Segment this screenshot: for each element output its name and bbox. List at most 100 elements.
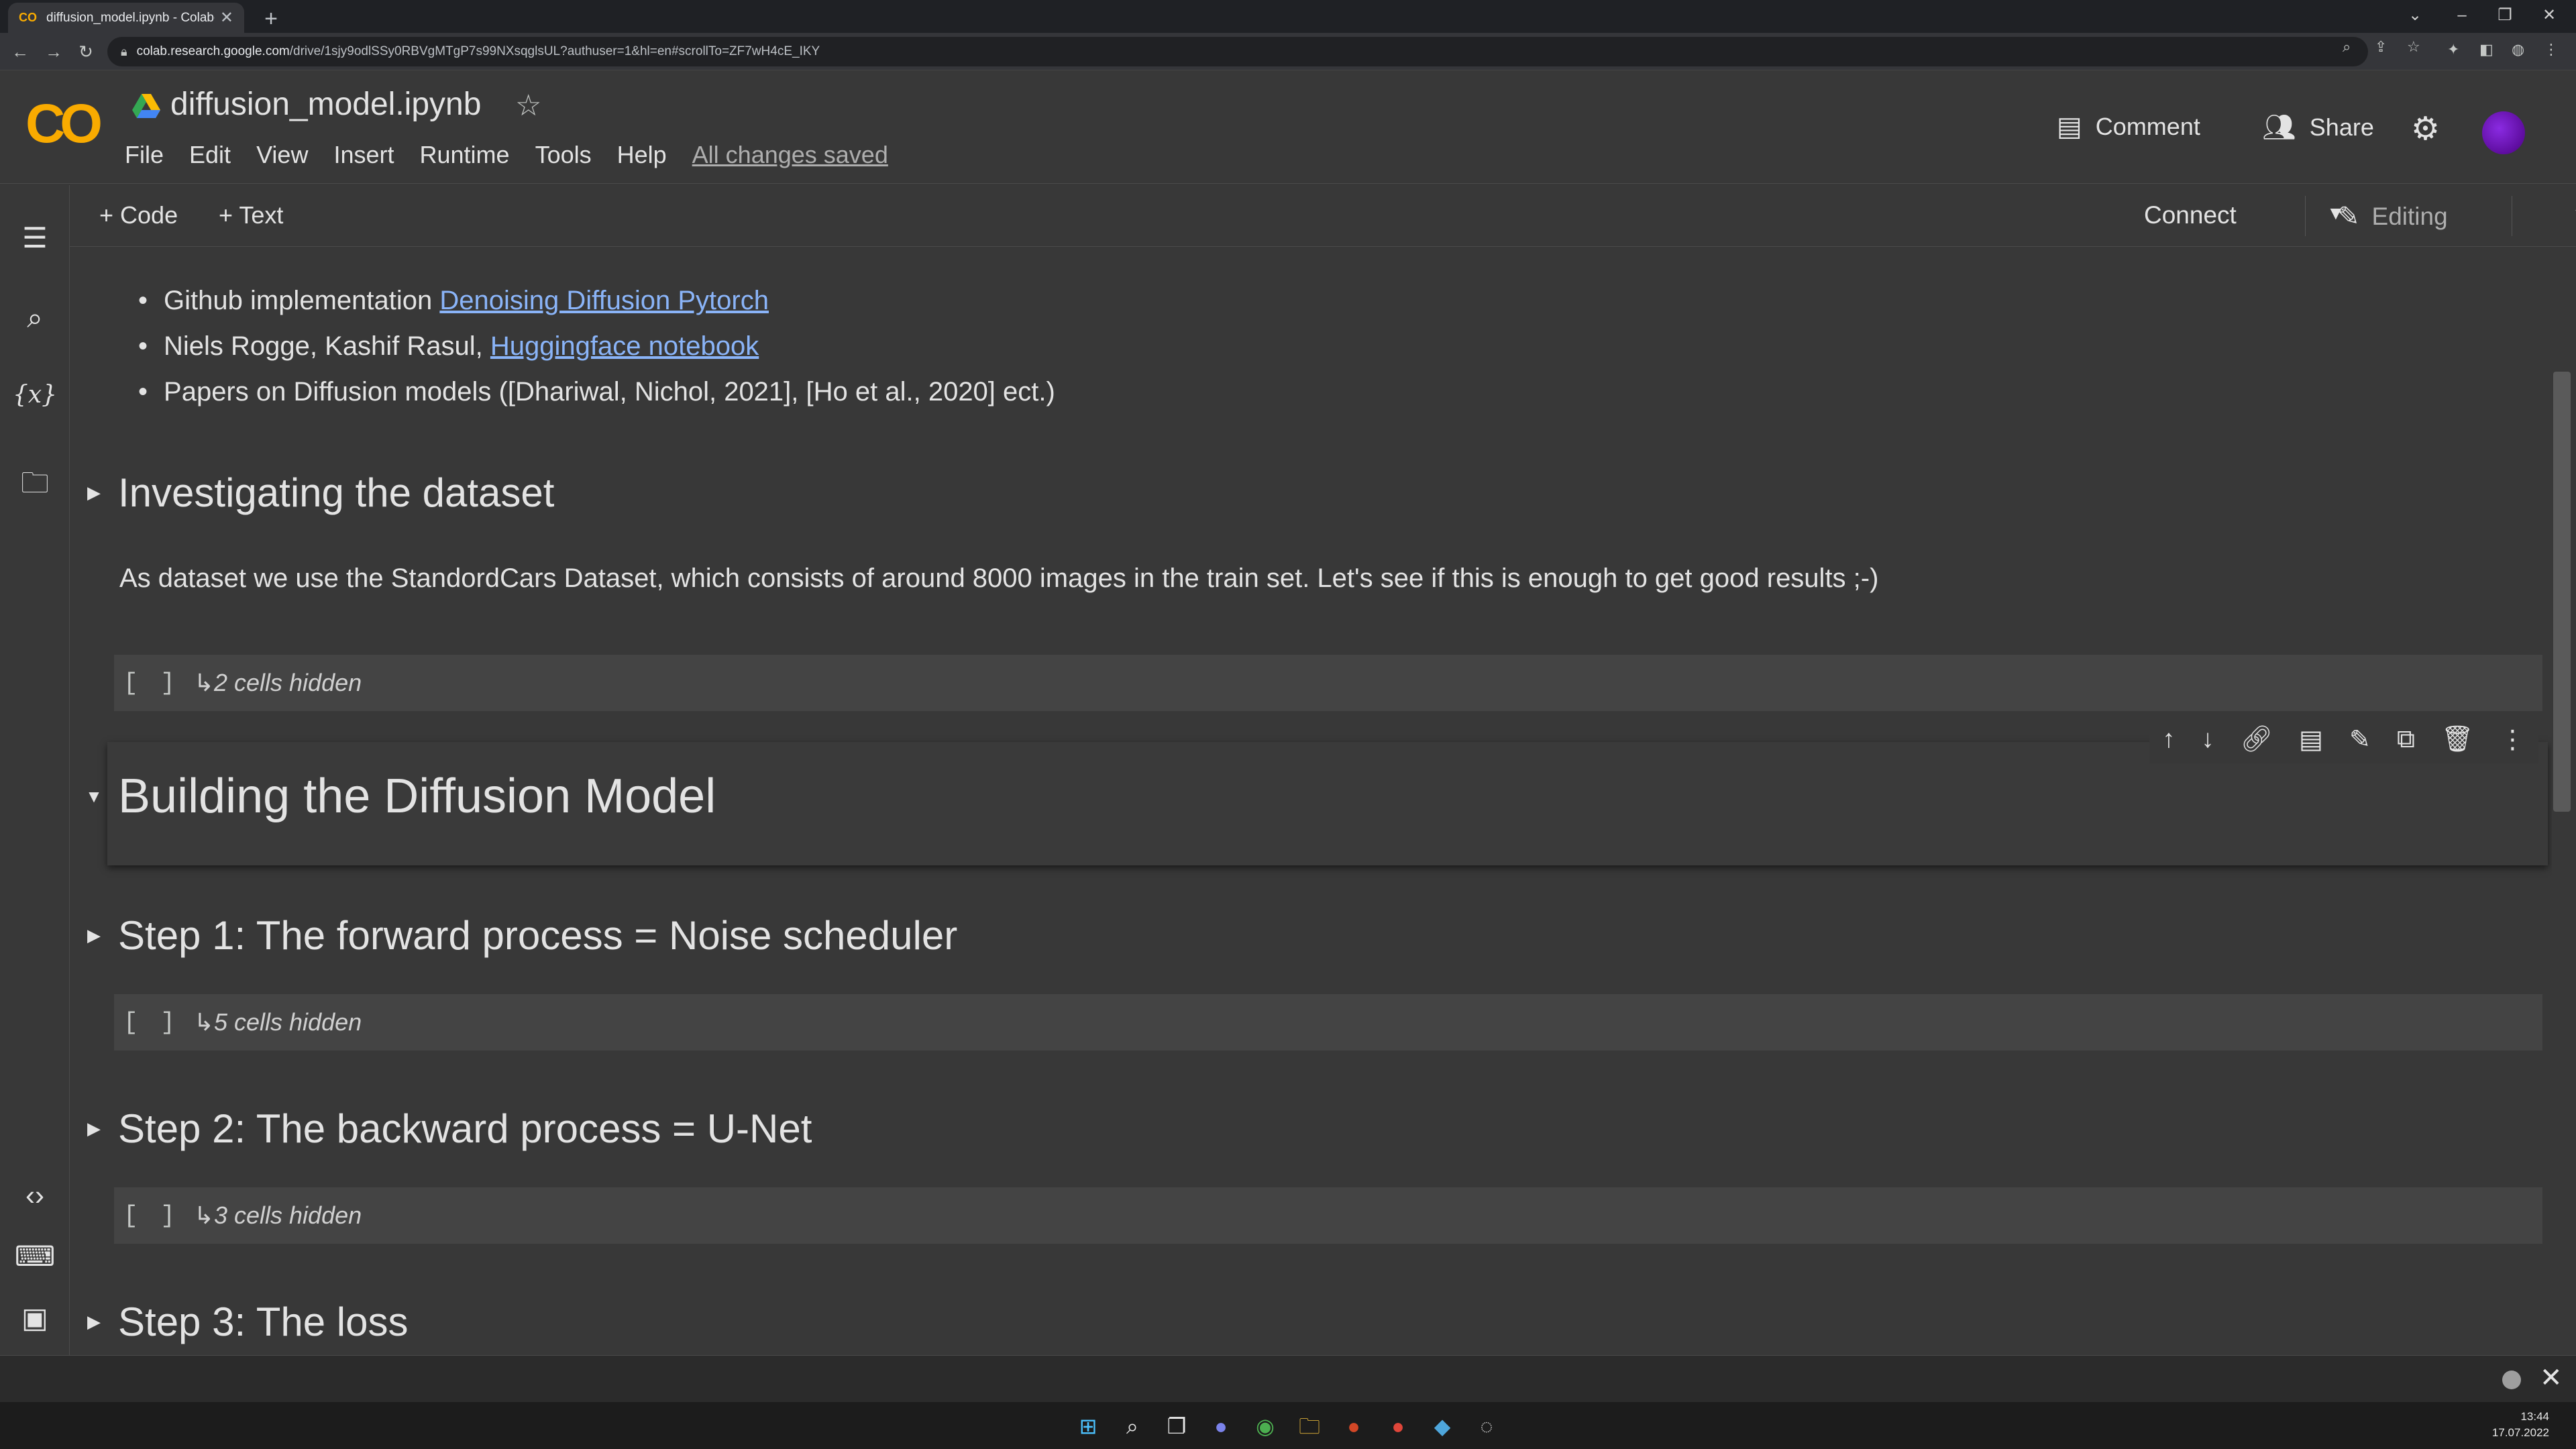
comment-button[interactable]: ▤ Comment: [2057, 111, 2200, 142]
hidden-cells-step2[interactable]: [ ] ↳ 3 cells hidden: [114, 1187, 2542, 1244]
app-icon[interactable]: ◆: [1428, 1411, 1457, 1441]
star-icon[interactable]: ☆: [515, 89, 541, 123]
notebook-toolbar: + Code + Text Connect ▼ ✎ Editing ⌃: [70, 185, 2576, 247]
search-icon[interactable]: ⌕: [1118, 1411, 1147, 1441]
app-icon[interactable]: ◌: [1472, 1411, 1501, 1441]
chrome-icon[interactable]: ◉: [1250, 1411, 1280, 1441]
expand-triangle-icon[interactable]: ▶: [70, 1118, 118, 1139]
comment-icon: ▤: [2057, 112, 2082, 142]
table-of-contents-icon[interactable]: ☰: [0, 221, 70, 254]
code-snippets-icon[interactable]: ‹›: [0, 1179, 70, 1212]
collapse-triangle-icon[interactable]: ▼: [70, 786, 118, 807]
profile-icon[interactable]: ◍: [2512, 41, 2524, 58]
connect-button[interactable]: Connect: [2144, 201, 2237, 229]
reference-list: Github implementation Denoising Diffusio…: [164, 278, 1055, 415]
clock-time: 13:44: [2520, 1410, 2549, 1423]
expand-triangle-icon[interactable]: ▶: [70, 925, 118, 946]
new-tab-button[interactable]: +: [258, 5, 284, 32]
link-denoising-diffusion[interactable]: Denoising Diffusion Pytorch: [439, 278, 769, 323]
google-drive-icon: [132, 94, 160, 118]
section-heading: Step 1: The forward process = Noise sche…: [118, 913, 958, 958]
add-text-button[interactable]: + Text: [219, 201, 283, 229]
hidden-cells-dataset[interactable]: [ ] ↳ 2 cells hidden: [114, 655, 2542, 711]
runtime-status-icon[interactable]: [2502, 1371, 2521, 1389]
zoom-icon[interactable]: ⌕: [2343, 38, 2351, 56]
colab-logo[interactable]: CO: [25, 97, 103, 152]
app-icon[interactable]: ●: [1383, 1411, 1413, 1441]
move-up-icon[interactable]: ↑: [2163, 725, 2176, 754]
restore-icon[interactable]: ❐: [2485, 0, 2525, 33]
powerpoint-icon[interactable]: ●: [1339, 1411, 1368, 1441]
browser-tab-bar: CO diffusion_model.ipynb - Colabora ✕ + …: [0, 0, 2576, 33]
comment-icon[interactable]: ▤: [2299, 724, 2323, 755]
editing-mode-button[interactable]: ✎ Editing: [2337, 201, 2448, 232]
avatar[interactable]: [2482, 111, 2525, 154]
tab-title: diffusion_model.ipynb - Colabora: [46, 10, 215, 25]
delete-icon[interactable]: 🗑︎: [2441, 724, 2473, 754]
minimize-icon[interactable]: –: [2442, 0, 2482, 33]
menu-runtime[interactable]: Runtime: [420, 141, 510, 169]
list-item: Papers on Diffusion models ([Dhariwal, N…: [164, 369, 1055, 415]
back-icon[interactable]: ←: [7, 38, 34, 65]
link-huggingface-notebook[interactable]: Huggingface notebook: [490, 323, 759, 369]
left-sidebar: ☰ ⌕ {x} 🗀︎ ‹› ⌨ ▣: [0, 185, 70, 1355]
share-label: Share: [2309, 113, 2374, 141]
section-heading: Building the Diffusion Model: [118, 769, 716, 823]
lock-icon: 🔒︎: [121, 44, 127, 58]
menu-file[interactable]: File: [125, 141, 164, 169]
bookmark-star-icon[interactable]: ☆: [2407, 38, 2420, 56]
forward-icon[interactable]: →: [40, 38, 67, 65]
system-clock[interactable]: 13:44 17.07.2022: [2492, 1409, 2549, 1441]
gear-icon[interactable]: ⚙: [2411, 110, 2440, 148]
task-view-icon[interactable]: ❐: [1162, 1411, 1191, 1441]
browser-menu-icon[interactable]: ⋮: [2544, 41, 2559, 58]
menu-help[interactable]: Help: [617, 141, 667, 169]
add-code-button[interactable]: + Code: [99, 201, 178, 229]
chat-icon[interactable]: ●: [1206, 1411, 1236, 1441]
hidden-cells-count: 2 cells hidden: [213, 669, 362, 696]
extensions-icon[interactable]: ✦: [2447, 41, 2459, 58]
pencil-icon: ✎: [2337, 202, 2360, 231]
chevron-up-icon[interactable]: ⌃: [2571, 201, 2576, 229]
notebook-title[interactable]: diffusion_model.ipynb: [170, 86, 481, 123]
mirror-cell-icon[interactable]: ⧉: [2397, 725, 2415, 754]
variables-icon[interactable]: {x}: [0, 381, 70, 409]
section-step2: ▶ Step 2: The backward process = U-Net: [70, 1106, 812, 1152]
close-icon[interactable]: ✕: [2540, 1362, 2563, 1393]
save-status[interactable]: All changes saved: [692, 141, 888, 169]
share-page-icon[interactable]: ⇪: [2375, 38, 2387, 56]
expand-triangle-icon[interactable]: ▶: [70, 1311, 118, 1332]
hidden-cells-step1[interactable]: [ ] ↳ 5 cells hidden: [114, 994, 2542, 1051]
browser-tab[interactable]: CO diffusion_model.ipynb - Colabora ✕: [8, 3, 244, 33]
close-tab-icon[interactable]: ✕: [220, 8, 233, 28]
url-host: colab.research.google.com: [136, 44, 290, 58]
menu-insert[interactable]: Insert: [333, 141, 394, 169]
reload-icon[interactable]: ↻: [72, 38, 99, 65]
more-options-icon[interactable]: ⋮: [2500, 724, 2525, 755]
run-cell-bracket[interactable]: [ ]: [123, 1202, 179, 1230]
folder-icon[interactable]: 🗀︎: [0, 463, 70, 511]
tab-search-icon[interactable]: ⌄: [2395, 0, 2435, 33]
expand-triangle-icon[interactable]: ▶: [70, 482, 118, 503]
run-cell-bracket[interactable]: [ ]: [123, 669, 179, 697]
section-step1: ▶ Step 1: The forward process = Noise sc…: [70, 912, 957, 959]
windows-start-icon[interactable]: ⊞: [1073, 1411, 1103, 1441]
hidden-cells-count: 5 cells hidden: [213, 1008, 362, 1036]
run-cell-bracket[interactable]: [ ]: [123, 1009, 179, 1036]
url-input[interactable]: 🔒︎ colab.research.google.com/drive/1sjy9…: [107, 37, 2368, 66]
link-icon[interactable]: 🔗︎: [2241, 724, 2273, 754]
terminal-icon[interactable]: ▣: [0, 1301, 70, 1334]
file-explorer-icon[interactable]: 🗀︎: [1295, 1411, 1324, 1441]
close-window-icon[interactable]: ✕: [2529, 0, 2569, 33]
menu-tools[interactable]: Tools: [535, 141, 592, 169]
edit-icon[interactable]: ✎: [2349, 724, 2371, 755]
menu-edit[interactable]: Edit: [189, 141, 231, 169]
move-down-icon[interactable]: ↓: [2202, 725, 2214, 754]
menu-view[interactable]: View: [256, 141, 308, 169]
sidepanel-icon[interactable]: ◧: [2479, 41, 2493, 58]
comment-label: Comment: [2095, 113, 2200, 140]
command-palette-icon[interactable]: ⌨: [0, 1240, 70, 1273]
search-icon[interactable]: ⌕: [0, 302, 70, 335]
share-button[interactable]: 👥︎ Share: [2262, 111, 2374, 143]
scrollbar[interactable]: [2553, 372, 2571, 812]
